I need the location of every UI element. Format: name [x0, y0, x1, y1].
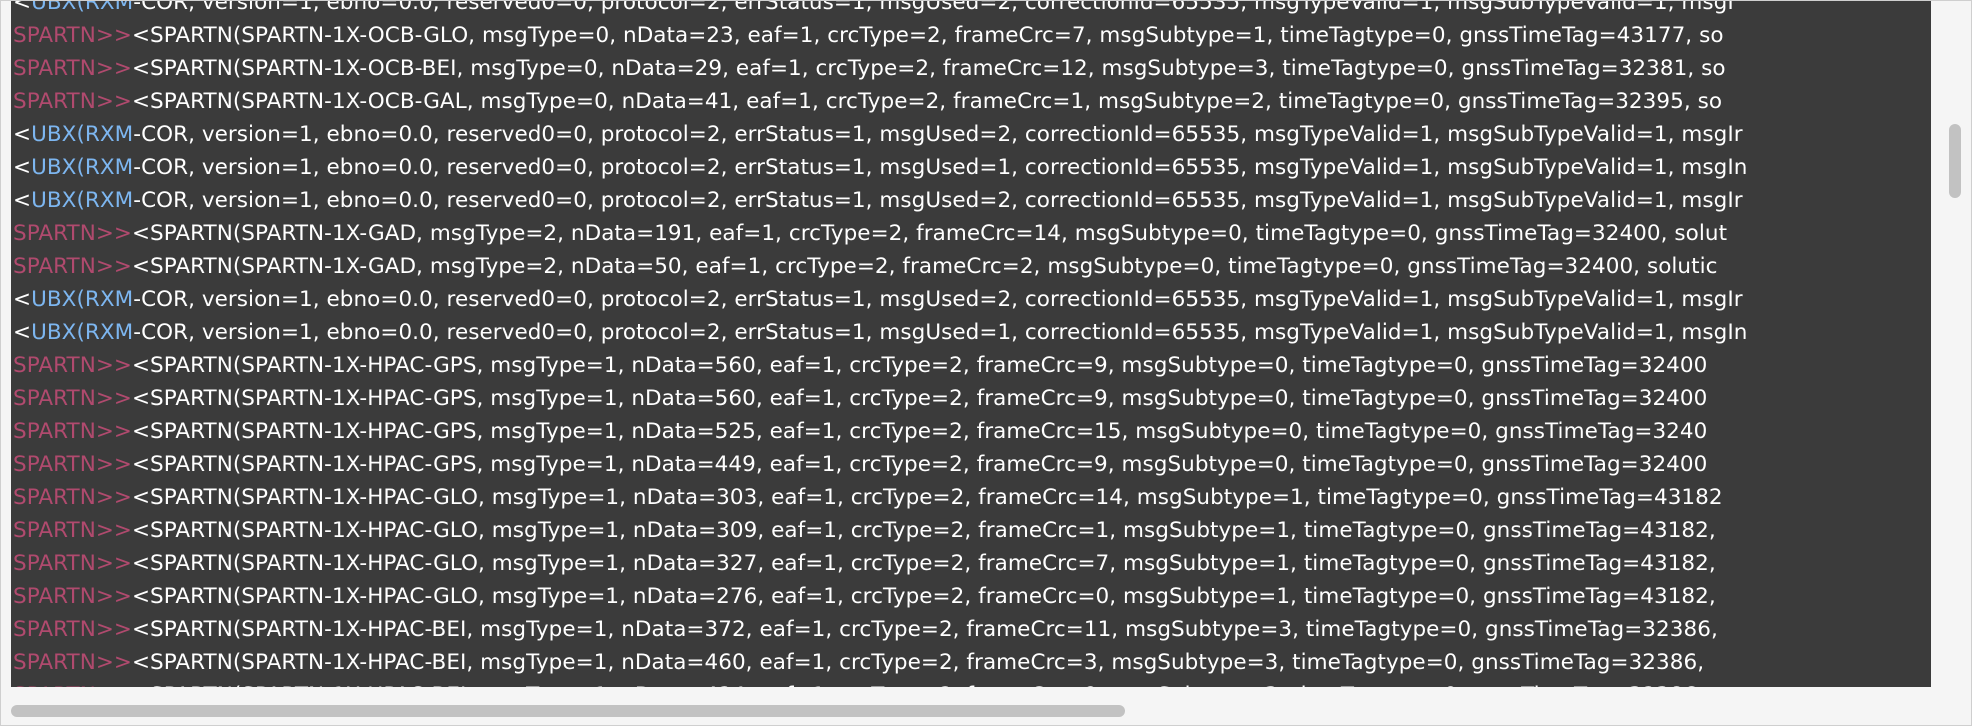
console-line: SPARTN>><SPARTN(SPARTN-1X-GAD, msgType=2… — [13, 250, 1747, 283]
console-line: SPARTN>><SPARTN(SPARTN-1X-OCB-GLO, msgTy… — [13, 19, 1747, 52]
spartn-tag: SPARTN>> — [13, 551, 132, 576]
line-prefix: < — [13, 188, 32, 213]
spartn-tag: SPARTN>> — [13, 452, 132, 477]
vertical-scrollbar[interactable] — [1935, 1, 1969, 687]
ubx-tag: UBX( — [31, 188, 85, 213]
ubx-class: RXM — [84, 188, 134, 213]
console-line: SPARTN>><SPARTN(SPARTN-1X-HPAC-GLO, msgT… — [13, 514, 1747, 547]
console-line: SPARTN>><SPARTN(SPARTN-1X-OCB-GAL, msgTy… — [13, 85, 1747, 118]
spartn-tag: SPARTN>> — [13, 23, 132, 48]
ubx-class: RXM — [84, 287, 134, 312]
line-prefix: < — [13, 1, 32, 15]
ubx-tag: UBX( — [31, 320, 85, 345]
spartn-tag: SPARTN>> — [13, 617, 132, 642]
console-line: <UBX(RXM-COR, version=1, ebno=0.0, reser… — [13, 316, 1747, 349]
spartn-tag: SPARTN>> — [13, 650, 132, 675]
line-text: -COR, version=1, ebno=0.0, reserved0=0, … — [133, 155, 1748, 180]
console-line: SPARTN>><SPARTN(SPARTN-1X-HPAC-BEI, msgT… — [13, 613, 1747, 646]
console-line: SPARTN>><SPARTN(SPARTN-1X-HPAC-GPS, msgT… — [13, 415, 1747, 448]
spartn-tag: SPARTN>> — [13, 419, 132, 444]
console-line: SPARTN>><SPARTN(SPARTN-1X-HPAC-GPS, msgT… — [13, 382, 1747, 415]
console-line: SPARTN>><SPARTN(SPARTN-1X-HPAC-BEI, msgT… — [13, 646, 1747, 679]
spartn-tag: SPARTN>> — [13, 254, 132, 279]
console-line: SPARTN>><SPARTN(SPARTN-1X-GAD, msgType=2… — [13, 217, 1747, 250]
ubx-class: RXM — [84, 122, 134, 147]
line-text: <SPARTN(SPARTN-1X-GAD, msgType=2, nData=… — [131, 221, 1728, 246]
line-text: <SPARTN(SPARTN-1X-HPAC-GLO, msgType=1, n… — [131, 551, 1716, 576]
console-line: <UBX(RXM-COR, version=1, ebno=0.0, reser… — [13, 184, 1747, 217]
console-window: <UBX(RXM-COR, version=1, ebno=0.0, reser… — [0, 0, 1972, 726]
console-line: SPARTN>><SPARTN(SPARTN-1X-OCB-BEI, msgTy… — [13, 52, 1747, 85]
spartn-tag: SPARTN>> — [13, 89, 132, 114]
ubx-tag: UBX( — [31, 155, 85, 180]
console-line: SPARTN>><SPARTN(SPARTN-1X-HPAC-BEI, msgT… — [13, 679, 1747, 687]
vertical-scroll-thumb[interactable] — [1949, 124, 1961, 198]
line-text: <SPARTN(SPARTN-1X-OCB-GAL, msgType=0, nD… — [131, 89, 1723, 114]
line-text: <SPARTN(SPARTN-1X-HPAC-GPS, msgType=1, n… — [131, 386, 1708, 411]
line-text: -COR, version=1, ebno=0.0, reserved0=0, … — [133, 1, 1734, 15]
console-lines: <UBX(RXM-COR, version=1, ebno=0.0, reser… — [13, 1, 1747, 687]
line-text: <SPARTN(SPARTN-1X-HPAC-GLO, msgType=1, n… — [131, 485, 1723, 510]
spartn-tag: SPARTN>> — [13, 683, 132, 687]
console-line: SPARTN>><SPARTN(SPARTN-1X-HPAC-GLO, msgT… — [13, 481, 1747, 514]
ubx-tag: UBX( — [31, 1, 85, 15]
line-text: -COR, version=1, ebno=0.0, reserved0=0, … — [133, 122, 1743, 147]
ubx-class: RXM — [84, 320, 134, 345]
console-line: <UBX(RXM-COR, version=1, ebno=0.0, reser… — [13, 1, 1747, 19]
line-text: -COR, version=1, ebno=0.0, reserved0=0, … — [133, 287, 1743, 312]
spartn-tag: SPARTN>> — [13, 386, 132, 411]
line-text: <SPARTN(SPARTN-1X-HPAC-BEI, msgType=1, n… — [132, 683, 1704, 687]
ubx-class: RXM — [84, 155, 134, 180]
line-text: <SPARTN(SPARTN-1X-HPAC-GLO, msgType=1, n… — [131, 584, 1716, 609]
line-text: <SPARTN(SPARTN-1X-HPAC-GPS, msgType=1, n… — [131, 419, 1708, 444]
line-text: <SPARTN(SPARTN-1X-OCB-GLO, msgType=0, nD… — [131, 23, 1724, 48]
spartn-tag: SPARTN>> — [13, 485, 132, 510]
spartn-tag: SPARTN>> — [13, 56, 132, 81]
spartn-tag: SPARTN>> — [13, 518, 132, 543]
line-text: -COR, version=1, ebno=0.0, reserved0=0, … — [133, 188, 1743, 213]
spartn-tag: SPARTN>> — [13, 353, 132, 378]
console-line: SPARTN>><SPARTN(SPARTN-1X-HPAC-GPS, msgT… — [13, 448, 1747, 481]
line-text: -COR, version=1, ebno=0.0, reserved0=0, … — [133, 320, 1748, 345]
ubx-class: RXM — [84, 1, 134, 15]
line-prefix: < — [13, 320, 32, 345]
console-output[interactable]: <UBX(RXM-COR, version=1, ebno=0.0, reser… — [11, 1, 1931, 687]
console-line: <UBX(RXM-COR, version=1, ebno=0.0, reser… — [13, 151, 1747, 184]
line-text: <SPARTN(SPARTN-1X-OCB-BEI, msgType=0, nD… — [131, 56, 1726, 81]
line-text: <SPARTN(SPARTN-1X-HPAC-BEI, msgType=1, n… — [131, 650, 1705, 675]
console-line: SPARTN>><SPARTN(SPARTN-1X-HPAC-GPS, msgT… — [13, 349, 1747, 382]
console-line: <UBX(RXM-COR, version=1, ebno=0.0, reser… — [13, 283, 1747, 316]
horizontal-scroll-thumb[interactable] — [11, 705, 1125, 717]
ubx-tag: UBX( — [31, 287, 85, 312]
spartn-tag: SPARTN>> — [13, 584, 132, 609]
ubx-tag: UBX( — [31, 122, 85, 147]
console-line: SPARTN>><SPARTN(SPARTN-1X-HPAC-GLO, msgT… — [13, 547, 1747, 580]
console-line: <UBX(RXM-COR, version=1, ebno=0.0, reser… — [13, 118, 1747, 151]
line-prefix: < — [13, 287, 32, 312]
spartn-tag: SPARTN>> — [13, 221, 132, 246]
horizontal-scrollbar[interactable] — [1, 691, 1971, 725]
line-text: <SPARTN(SPARTN-1X-HPAC-GPS, msgType=1, n… — [131, 353, 1708, 378]
line-text: <SPARTN(SPARTN-1X-GAD, msgType=2, nData=… — [131, 254, 1718, 279]
line-text: <SPARTN(SPARTN-1X-HPAC-BEI, msgType=1, n… — [131, 617, 1718, 642]
line-prefix: < — [13, 155, 32, 180]
line-text: <SPARTN(SPARTN-1X-HPAC-GLO, msgType=1, n… — [131, 518, 1716, 543]
console-line: SPARTN>><SPARTN(SPARTN-1X-HPAC-GLO, msgT… — [13, 580, 1747, 613]
line-text: <SPARTN(SPARTN-1X-HPAC-GPS, msgType=1, n… — [131, 452, 1708, 477]
line-prefix: < — [13, 122, 32, 147]
